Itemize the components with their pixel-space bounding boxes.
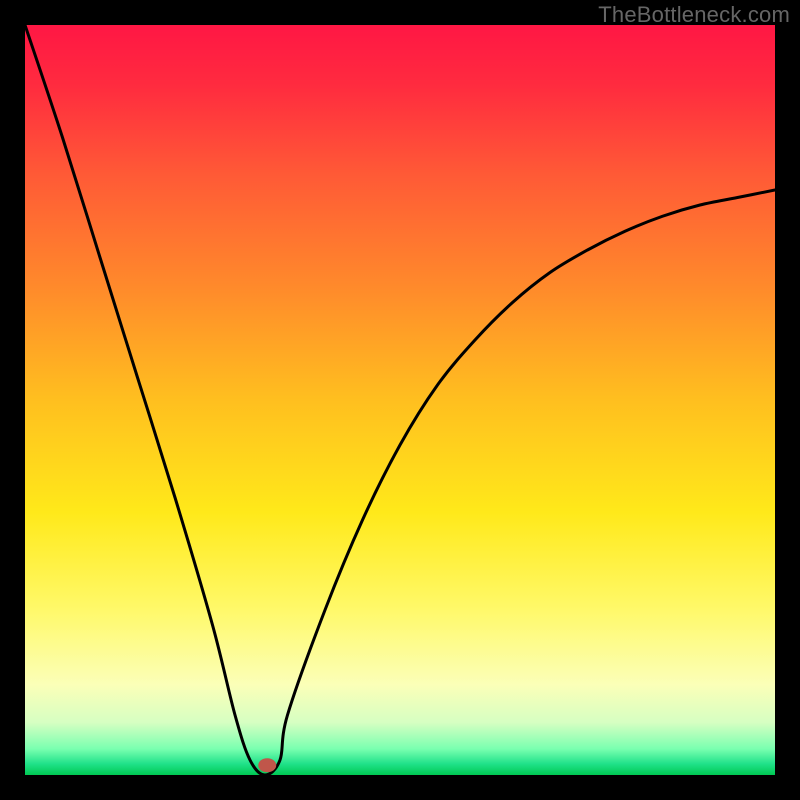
marker-dot	[258, 758, 276, 772]
chart-plot-area	[25, 25, 775, 775]
watermark-text: TheBottleneck.com	[598, 2, 790, 28]
chart-svg	[25, 25, 775, 775]
chart-background	[25, 25, 775, 775]
chart-frame: TheBottleneck.com	[0, 0, 800, 800]
